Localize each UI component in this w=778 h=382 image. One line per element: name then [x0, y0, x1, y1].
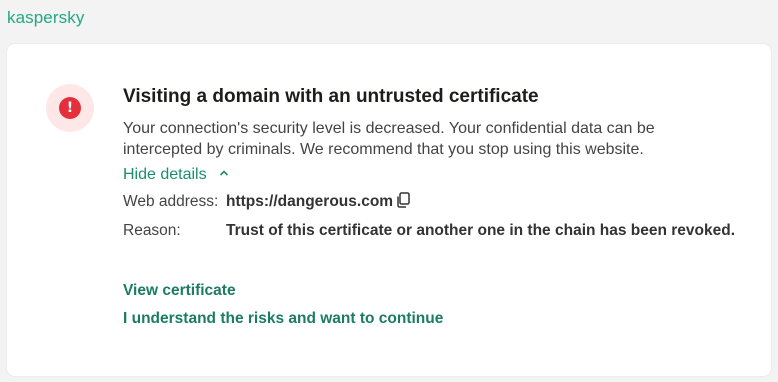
reason-value: Trust of this certificate or another one…	[226, 222, 736, 239]
page: kaspersky ! Visiting a domain with an un…	[0, 0, 778, 382]
web-address-label: Web address:	[123, 193, 219, 210]
reason-label: Reason:	[123, 222, 181, 239]
chevron-up-icon	[219, 170, 229, 176]
web-address-value: https://dangerous.com	[226, 193, 394, 210]
hide-details-toggle[interactable]: Hide details	[123, 166, 229, 184]
continue-anyway-link[interactable]: I understand the risks and want to conti…	[123, 310, 443, 328]
warning-title: Visiting a domain with an untrusted cert…	[123, 86, 539, 107]
alert-circle-icon: !	[59, 97, 81, 119]
warning-description: Your connection's security level is decr…	[123, 120, 655, 158]
hide-details-label: Hide details	[123, 166, 207, 183]
kaspersky-logo: kaspersky	[7, 8, 85, 27]
copy-icon[interactable]	[396, 192, 410, 208]
view-certificate-link[interactable]: View certificate	[123, 282, 236, 300]
alert-icon-badge: !	[46, 84, 94, 132]
